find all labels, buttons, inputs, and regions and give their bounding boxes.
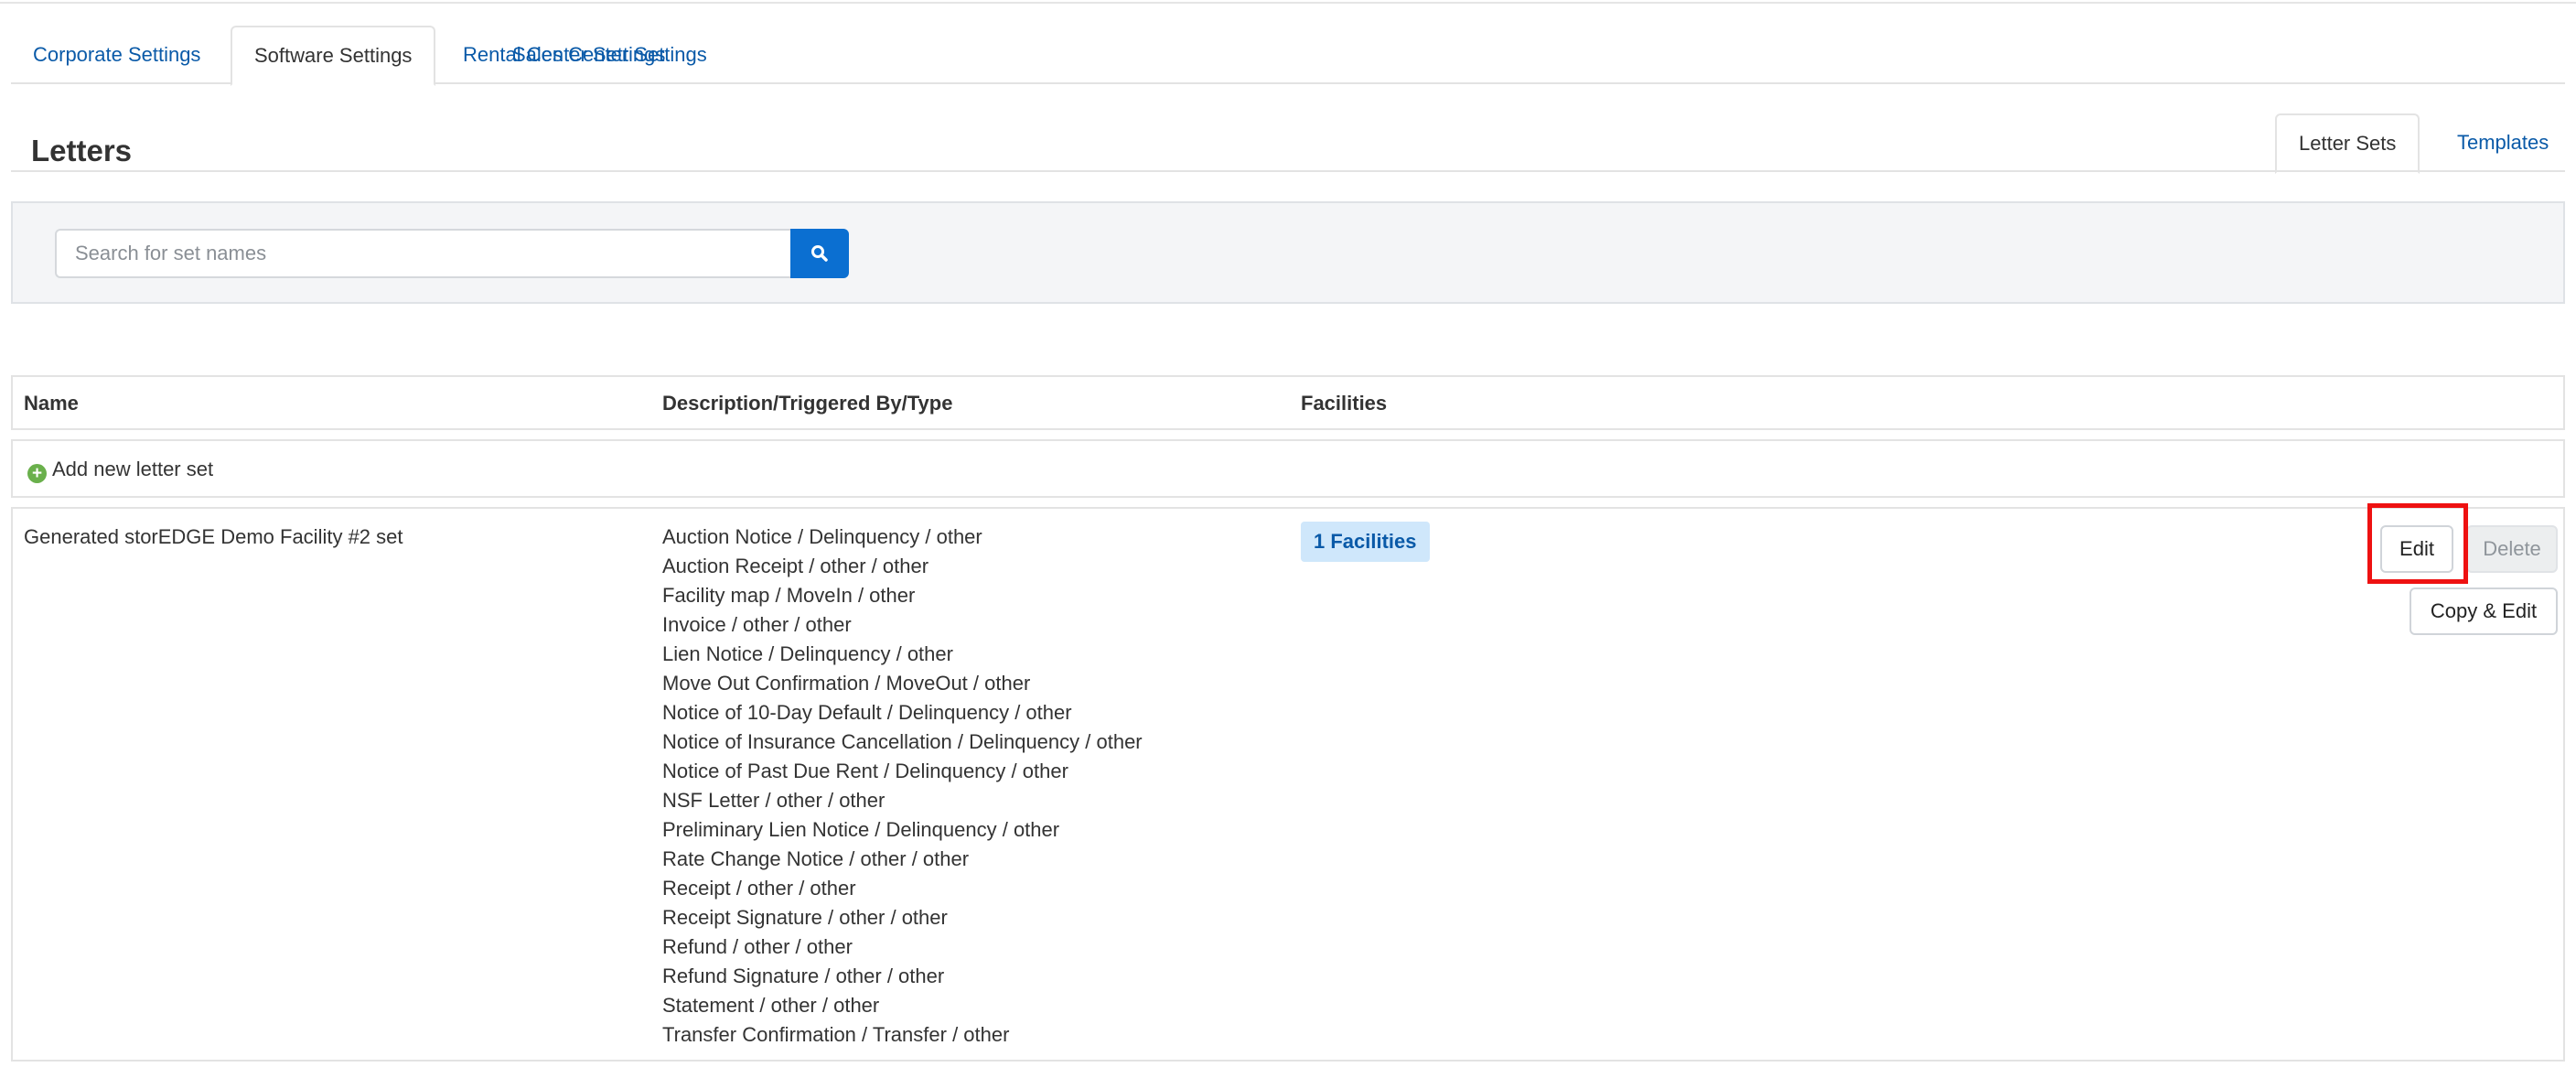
- plus-circle-icon: +: [27, 464, 47, 483]
- list-item: Statement / other / other: [662, 994, 880, 1017]
- list-item: Lien Notice / Delinquency / other: [662, 642, 953, 665]
- list-item: Notice of Past Due Rent / Delinquency / …: [662, 760, 1068, 782]
- list-item: Refund / other / other: [662, 935, 853, 958]
- add-letter-set-row: + Add new letter set: [11, 439, 2565, 498]
- delete-button[interactable]: Delete: [2466, 525, 2558, 573]
- list-item: Transfer Confirmation / Transfer / other: [662, 1023, 1010, 1046]
- list-item: Refund Signature / other / other: [662, 965, 945, 987]
- list-item: Invoice / other / other: [662, 613, 852, 636]
- list-item: Auction Receipt / other / other: [662, 555, 929, 577]
- add-letter-set-label: Add new letter set: [52, 458, 214, 480]
- tab-corporate-settings[interactable]: Corporate Settings: [11, 26, 222, 84]
- search-button[interactable]: [790, 229, 849, 278]
- list-item: NSF Letter / other / other: [662, 789, 886, 812]
- tab-software-settings[interactable]: Software Settings: [231, 26, 436, 86]
- search-panel: [11, 201, 2565, 304]
- column-header-facilities: Facilities: [1301, 392, 1388, 415]
- settings-tabs: Corporate Settings Software Settings Ren…: [11, 26, 2565, 86]
- letter-set-name: Generated storEDGE Demo Facility #2 set: [24, 525, 403, 548]
- column-header-name: Name: [24, 392, 79, 415]
- list-item: Receipt / other / other: [662, 877, 856, 900]
- search-input[interactable]: [55, 229, 801, 278]
- tab-letter-sets[interactable]: Letter Sets: [2275, 113, 2420, 174]
- top-divider: [0, 0, 2576, 4]
- add-letter-set-link[interactable]: + Add new letter set: [27, 458, 213, 483]
- copy-edit-button[interactable]: Copy & Edit: [2410, 587, 2558, 635]
- tab-sales-center-settings[interactable]: Sales Center Settings: [490, 26, 729, 84]
- list-item: Auction Notice / Delinquency / other: [662, 525, 982, 548]
- page-title: Letters: [31, 134, 133, 167]
- list-item: Notice of 10-Day Default / Delinquency /…: [662, 701, 1072, 724]
- facilities-badge[interactable]: 1 Facilities: [1301, 522, 1430, 562]
- list-item: Rate Change Notice / other / other: [662, 847, 970, 870]
- column-header-description: Description/Triggered By/Type: [662, 392, 953, 415]
- search-icon: [811, 245, 828, 262]
- list-item: Preliminary Lien Notice / Delinquency / …: [662, 818, 1060, 841]
- letter-description-list: Auction Notice / Delinquency / other Auc…: [662, 525, 1143, 1052]
- tab-templates[interactable]: Templates: [2435, 113, 2571, 172]
- edit-button[interactable]: Edit: [2380, 525, 2453, 573]
- list-item: Facility map / MoveIn / other: [662, 584, 916, 607]
- list-item: Move Out Confirmation / MoveOut / other: [662, 672, 1031, 695]
- letters-header: Letters Letter Sets Templates: [11, 113, 2565, 174]
- table-row: Generated storEDGE Demo Facility #2 set …: [11, 503, 2565, 1062]
- table-header: Name Description/Triggered By/Type Facil…: [11, 375, 2565, 430]
- list-item: Receipt Signature / other / other: [662, 906, 948, 929]
- list-item: Notice of Insurance Cancellation / Delin…: [662, 730, 1143, 753]
